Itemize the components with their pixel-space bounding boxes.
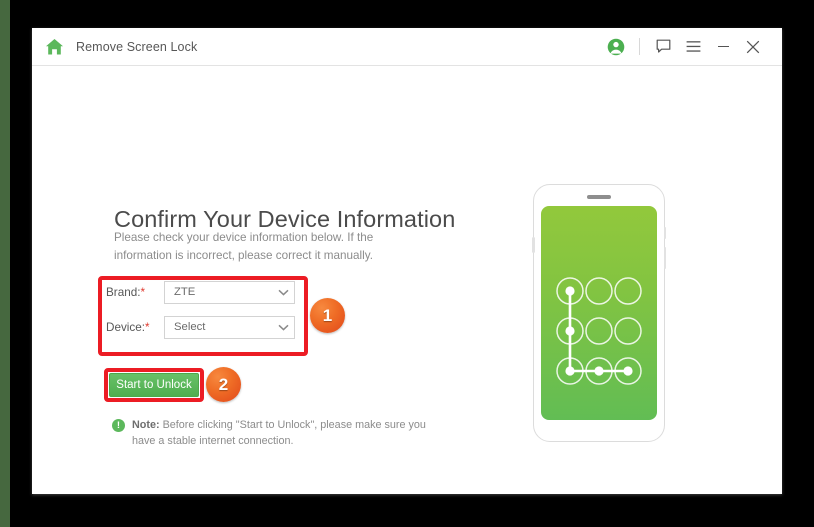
phone-button-right-upper [663, 227, 666, 239]
account-icon[interactable] [601, 32, 631, 62]
chevron-down-icon [272, 289, 294, 296]
brand-select[interactable]: ZTE [164, 280, 295, 304]
hamburger-menu-icon[interactable] [678, 32, 708, 62]
device-required-star: * [144, 320, 150, 334]
step-badge-2: 2 [206, 367, 241, 402]
phone-button-left [532, 237, 535, 253]
chevron-down-icon [272, 324, 294, 331]
phone-screen [541, 206, 657, 420]
start-to-unlock-button[interactable]: Start to Unlock [109, 373, 199, 397]
home-icon[interactable] [43, 36, 65, 58]
minimize-bar [717, 45, 729, 48]
device-info-form: Brand:* ZTE Device:* Select [106, 280, 308, 339]
device-label: Device:* [106, 321, 164, 334]
form-row-device: Device:* Select [106, 315, 308, 339]
feedback-chat-icon[interactable] [648, 32, 678, 62]
device-label-text: Device: [106, 320, 145, 334]
page-subtitle: Please check your device information bel… [114, 231, 374, 262]
titlebar-divider [639, 38, 640, 55]
phone-speaker-grille [587, 195, 611, 199]
title-bar: Remove Screen Lock [32, 28, 782, 66]
note-text: Note: Before clicking "Start to Unlock",… [132, 418, 432, 449]
device-select-value: Select [174, 321, 206, 333]
application-window: Remove Screen Lock Confirm Your Device I… [32, 28, 782, 494]
note-prefix: Note: [132, 419, 160, 431]
info-exclamation-icon: ! [112, 419, 125, 432]
pattern-lock-graphic [556, 277, 642, 385]
brand-select-value: ZTE [174, 286, 196, 298]
minimize-icon[interactable] [708, 32, 738, 62]
device-select[interactable]: Select [164, 315, 295, 339]
form-row-brand: Brand:* ZTE [106, 280, 308, 304]
brand-required-star: * [140, 285, 145, 299]
titlebar-controls [601, 28, 782, 65]
brand-label: Brand:* [106, 286, 164, 299]
step-badge-1: 1 [310, 298, 345, 333]
note-row: ! Note: Before clicking "Start to Unlock… [112, 418, 432, 449]
close-icon[interactable] [738, 32, 768, 62]
content-body: Confirm Your Device Information Please c… [32, 66, 782, 494]
window-title: Remove Screen Lock [76, 39, 198, 54]
note-body: Before clicking "Start to Unlock", pleas… [132, 419, 426, 447]
left-edge-strip [0, 0, 10, 527]
phone-button-right-lower [663, 247, 666, 269]
phone-illustration [532, 184, 666, 442]
brand-label-text: Brand: [106, 285, 141, 299]
